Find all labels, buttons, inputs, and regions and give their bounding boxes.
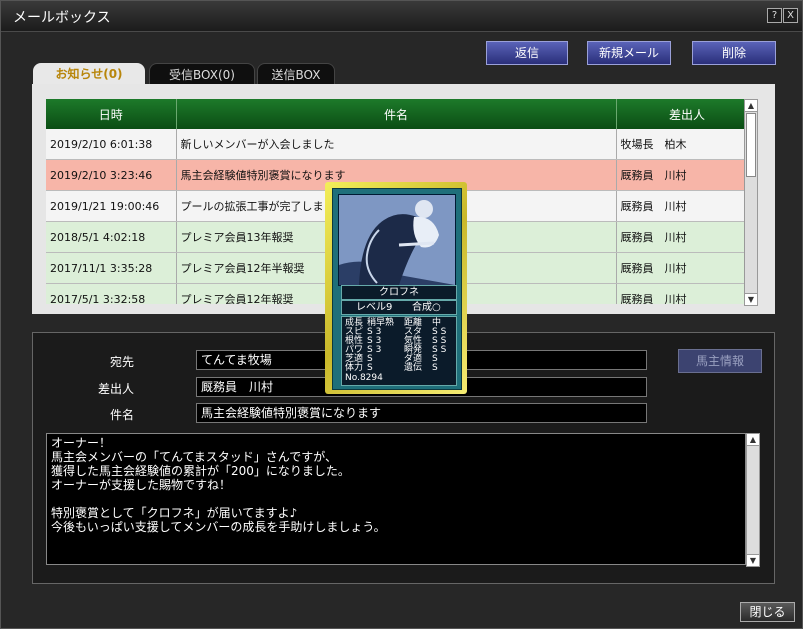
- stat-value: S: [432, 363, 438, 373]
- column-date[interactable]: 日時: [46, 99, 177, 129]
- reply-button[interactable]: 返信: [486, 41, 568, 65]
- mail-body: オーナー！ 馬主会メンバーの「てんてまスタッド」さんですが、 獲得した馬主会経験…: [46, 433, 746, 565]
- to-label: 宛先: [109, 355, 134, 369]
- card-number: No.8294: [345, 373, 383, 383]
- window-title: メールボックス: [13, 10, 111, 26]
- tab-sent[interactable]: 送信BOX: [257, 63, 335, 86]
- horse-jockey-image: [338, 194, 456, 286]
- new-mail-button[interactable]: 新規メール: [587, 41, 671, 65]
- row-subject: 新しいメンバーが入会しました: [176, 129, 617, 160]
- card-horse-name: クロフネ: [341, 285, 457, 300]
- row-sender: 厩務員 川村: [616, 190, 758, 222]
- body-scrollbar[interactable]: ▲ ▼: [746, 433, 760, 567]
- title-bar: メールボックス ? X: [1, 1, 802, 32]
- close-button[interactable]: 閉じる: [740, 602, 795, 622]
- tab-notices[interactable]: お知らせ(0): [33, 63, 145, 85]
- stat-label: 体力: [345, 363, 364, 373]
- horse-card-popup: クロフネ レベル9 合成○ 成長 稍早熟 距離 中 スピ S 3 スタ S S …: [325, 182, 467, 394]
- stat-label: 遺伝: [404, 363, 423, 373]
- column-sender[interactable]: 差出人: [616, 99, 758, 129]
- card-level: レベル9: [356, 302, 393, 313]
- scroll-down-icon[interactable]: ▼: [745, 293, 757, 305]
- row-date: 2017/5/1 3:32:58: [46, 283, 177, 304]
- list-scrollbar[interactable]: ▲ ▼: [744, 99, 758, 306]
- scroll-up-icon[interactable]: ▲: [745, 100, 757, 112]
- row-date: 2019/1/21 19:00:46: [46, 190, 177, 222]
- row-sender: 厩務員 川村: [616, 159, 758, 191]
- subject-label: 件名: [109, 408, 134, 422]
- mailbox-window: メールボックス ? X 返信 新規メール 削除 お知らせ(0) 受信BOX(0)…: [0, 0, 803, 629]
- card-level-row: レベル9 合成○: [341, 300, 457, 315]
- delete-button[interactable]: 削除: [692, 41, 776, 65]
- row-sender: 牧場長 柏木: [616, 129, 758, 160]
- from-label: 差出人: [97, 382, 134, 396]
- row-sender: 厩務員 川村: [616, 221, 758, 253]
- scroll-down-icon[interactable]: ▼: [747, 554, 759, 566]
- row-date: 2019/2/10 6:01:38: [46, 129, 177, 160]
- row-sender: 厩務員 川村: [616, 252, 758, 284]
- close-icon[interactable]: X: [783, 8, 798, 23]
- stat-value: S: [367, 363, 373, 373]
- table-header: 日時 件名 差出人: [46, 99, 758, 129]
- help-icon[interactable]: ?: [767, 8, 782, 23]
- scroll-up-icon[interactable]: ▲: [747, 434, 759, 446]
- subject-field: 馬主会経験値特別褒賞になります: [196, 403, 647, 423]
- owner-info-button[interactable]: 馬主情報: [678, 349, 762, 373]
- row-date: 2018/5/1 4:02:18: [46, 221, 177, 253]
- card-stats: 成長 稍早熟 距離 中 スピ S 3 スタ S S 根性 S 3 気性 S S …: [341, 316, 457, 386]
- row-sender: 厩務員 川村: [616, 283, 758, 304]
- card-body: クロフネ レベル9 合成○ 成長 稍早熟 距離 中 スピ S 3 スタ S S …: [332, 188, 462, 390]
- row-date: 2017/11/1 3:35:28: [46, 252, 177, 284]
- card-fusion: 合成○: [412, 302, 441, 313]
- row-date: 2019/2/10 3:23:46: [46, 159, 177, 191]
- table-row[interactable]: 2019/2/10 6:01:38 新しいメンバーが入会しました 牧場長 柏木: [46, 129, 758, 160]
- scroll-thumb[interactable]: [746, 113, 756, 177]
- tab-inbox[interactable]: 受信BOX(0): [149, 63, 255, 86]
- column-subject[interactable]: 件名: [176, 99, 617, 129]
